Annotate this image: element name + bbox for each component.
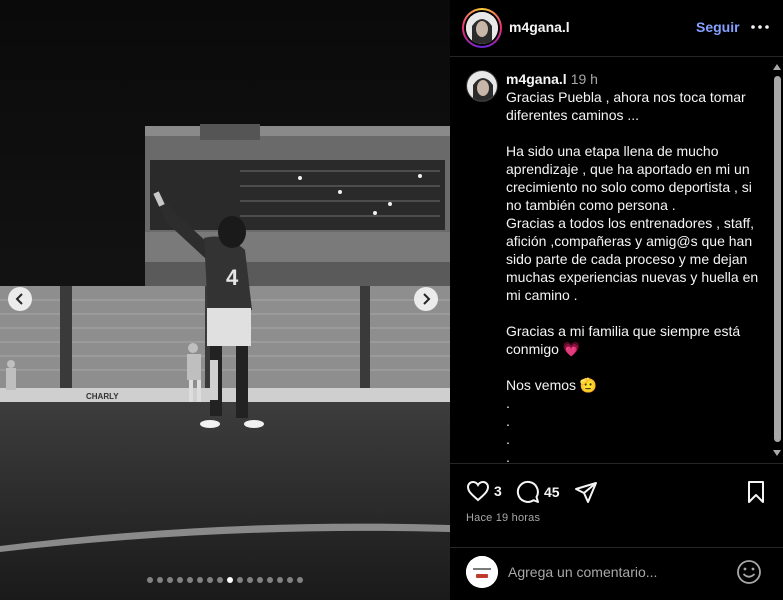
bookmark-icon	[748, 481, 764, 503]
post-header: m4gana.l Seguir	[450, 0, 783, 57]
current-user-avatar[interactable]	[466, 556, 498, 588]
caption-line: conmigo 💗	[506, 341, 581, 357]
post-side-panel: m4gana.l Seguir m4gana.l 19 h Gracias Pue…	[450, 0, 783, 600]
previous-slide-button[interactable]	[8, 287, 32, 311]
carousel-dot	[247, 577, 253, 583]
carousel-dot	[237, 577, 243, 583]
caption-line: Gracias a mi familia que siempre está	[506, 323, 741, 339]
caption-line: mi camino .	[506, 287, 578, 303]
comment-bubble-icon	[516, 480, 539, 503]
header-username[interactable]: m4gana.l	[509, 19, 570, 35]
caption-line: Gracias a todos los entrenadores , staff…	[506, 215, 754, 231]
share-button[interactable]	[574, 480, 598, 504]
carousel-dot	[207, 577, 213, 583]
carousel-dot	[187, 577, 193, 583]
caption-line: .	[506, 413, 510, 429]
paper-plane-icon	[575, 482, 597, 503]
post-actions: 3 45 Hace 19 horas	[450, 463, 783, 547]
caption-username[interactable]: m4gana.l	[506, 71, 567, 87]
carousel-dot	[177, 577, 183, 583]
jersey-number: 4	[226, 265, 239, 290]
caption-line: Gracias Puebla , ahora nos toca tomar	[506, 89, 746, 105]
caption-line: aprendizaje , que ha aportado en mi un	[506, 161, 750, 177]
carousel-dot	[157, 577, 163, 583]
caption-avatar[interactable]	[466, 70, 498, 102]
caption-line: diferentes caminos ...	[506, 107, 640, 123]
caption-line: afición ,compañeras y amig@s que han	[506, 233, 753, 249]
caption-line	[506, 124, 768, 142]
carousel-indicator	[0, 577, 450, 583]
more-horizontal-icon	[751, 25, 769, 29]
carousel-dot	[197, 577, 203, 583]
carousel-dot	[257, 577, 263, 583]
more-options-button[interactable]	[748, 17, 772, 37]
heart-icon	[466, 480, 490, 502]
scroll-up-arrow-icon[interactable]	[773, 64, 781, 70]
carousel-dot	[147, 577, 153, 583]
emoji-button[interactable]	[736, 559, 762, 585]
scroll-thumb[interactable]	[774, 76, 781, 442]
carousel-dot	[227, 577, 233, 583]
comment-composer	[450, 547, 783, 600]
avatar-image	[466, 12, 498, 44]
caption-line	[506, 358, 768, 376]
save-button[interactable]	[746, 480, 766, 504]
carousel-dot	[277, 577, 283, 583]
caption-line	[506, 304, 768, 322]
caption-line: no también como persona .	[506, 197, 676, 213]
caption-timestamp[interactable]: 19 h	[571, 71, 598, 87]
carousel-dot	[297, 577, 303, 583]
carousel-dot	[267, 577, 273, 583]
caption-body: Gracias Puebla , ahora nos toca tomar dif…	[506, 88, 768, 462]
header-avatar[interactable]	[462, 8, 502, 48]
avatar-image	[467, 71, 497, 101]
carousel-dot	[217, 577, 223, 583]
chevron-right-icon	[423, 293, 431, 305]
banner-text: CHARLY	[86, 392, 119, 401]
caption-line: muchas experiencias nuevas y huella en	[506, 269, 759, 285]
caption-scrollbar[interactable]	[770, 58, 783, 462]
follow-button[interactable]: Seguir	[696, 19, 740, 35]
post-photo: CHARLY 4	[0, 0, 450, 600]
carousel-dot	[167, 577, 173, 583]
caption-line: Ha sido una etapa llena de mucho	[506, 143, 719, 159]
next-slide-button[interactable]	[414, 287, 438, 311]
caption-text: m4gana.l 19 h Gracias Puebla , ahora nos …	[506, 70, 768, 462]
caption-line: .	[506, 431, 510, 447]
likes-count[interactable]: 3	[494, 483, 502, 499]
like-button[interactable]: 3	[466, 480, 502, 502]
scroll-down-arrow-icon[interactable]	[773, 450, 781, 456]
comment-button[interactable]: 45	[516, 480, 560, 504]
caption-line: .	[506, 395, 510, 411]
posted-time[interactable]: Hace 19 horas	[466, 512, 540, 524]
comments-count[interactable]: 45	[544, 484, 560, 500]
caption-line: .	[506, 449, 510, 462]
caption-line: Nos vemos 🫡	[506, 377, 598, 393]
comment-input[interactable]	[508, 562, 728, 582]
post-media[interactable]: CHARLY 4	[0, 0, 450, 600]
smiley-icon	[737, 560, 761, 584]
caption-area[interactable]: m4gana.l 19 h Gracias Puebla , ahora nos …	[450, 58, 783, 462]
avatar-image	[466, 556, 498, 588]
carousel-dot	[287, 577, 293, 583]
chevron-left-icon	[15, 293, 23, 305]
caption-line: crecimiento no solo como deportista , si	[506, 179, 752, 195]
caption-line: sido parte de cada proceso y me dejan	[506, 251, 748, 267]
